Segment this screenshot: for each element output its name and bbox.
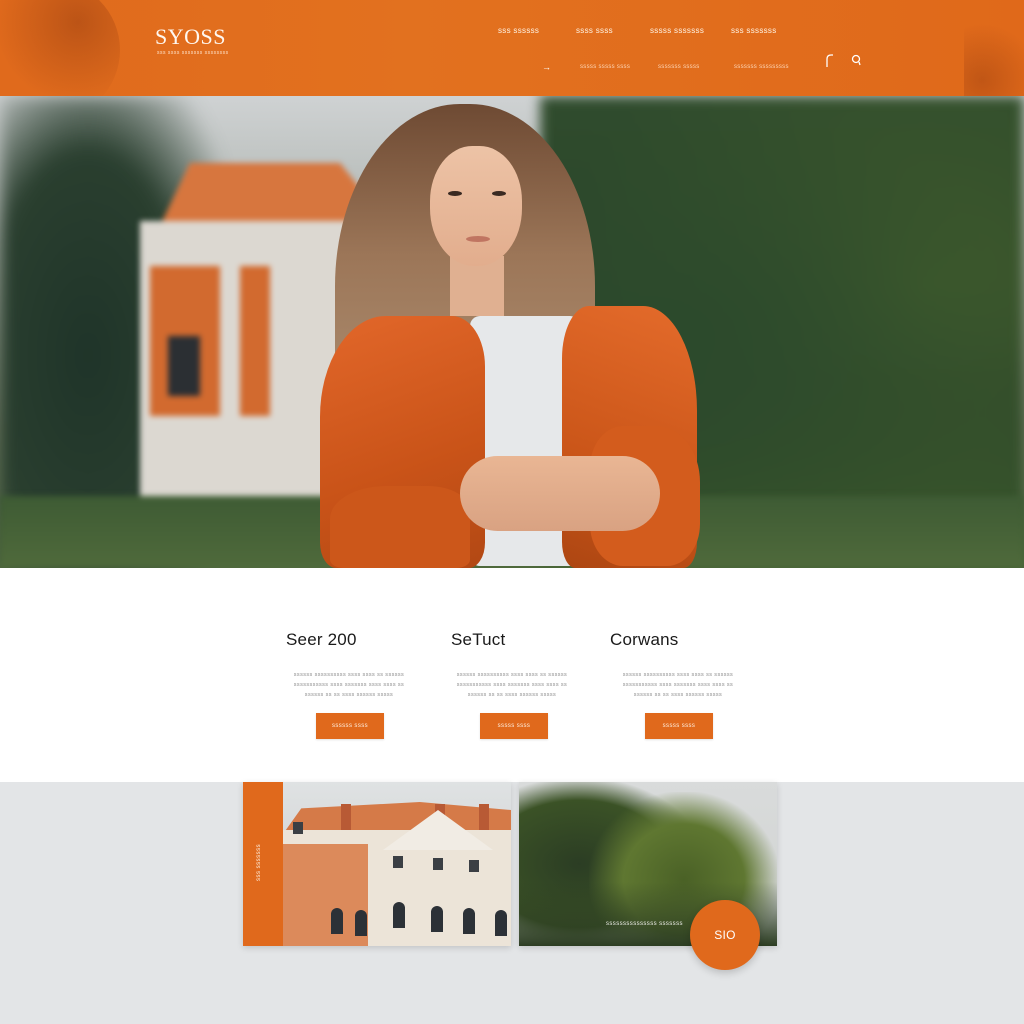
hero-image: [0, 96, 1024, 568]
subnav-link-3[interactable]: sssssss sssssssss: [734, 64, 789, 74]
gallery-section: sss sssssss sssssssssssssss sssssss: [0, 782, 1024, 1024]
user-icon[interactable]: [824, 54, 836, 68]
subnav-link-2[interactable]: sssssss sssss: [658, 64, 700, 74]
hero-model: [300, 96, 720, 568]
header-decor-left: [0, 0, 120, 96]
feature-description: ssssss ssssssssss ssss ssss ss ssssss ss…: [293, 672, 405, 698]
feature-title: Seer 200: [286, 630, 357, 649]
search-icon[interactable]: [850, 54, 862, 68]
site-header: SYOSS sss ssss sssssss ssssssss sss ssss…: [0, 0, 1024, 96]
feature-description: ssssss ssssssssss ssss ssss ss ssssss ss…: [456, 672, 568, 698]
feature-button-2[interactable]: sssss ssss: [480, 713, 548, 739]
floating-action-button[interactable]: SIO: [690, 900, 760, 970]
feature-title: SeTuct: [451, 630, 506, 649]
card-strip-label: sss sssssss: [256, 843, 262, 881]
building-photo: [283, 782, 511, 946]
gallery-card-building[interactable]: sss sssssss: [243, 782, 511, 946]
feature-card-3: Corwans ssssss ssssssssss ssss ssss ss s…: [610, 568, 790, 782]
feature-card-1: Seer 200 ssssss ssssssssss ssss ssss ss …: [286, 568, 466, 782]
nav-link-4[interactable]: sss sssssss: [731, 26, 777, 38]
features-section: Seer 200 ssssss ssssssssss ssss ssss ss …: [0, 568, 1024, 782]
nav-link-3[interactable]: sssss sssssss: [650, 26, 704, 38]
logo-tagline: sss ssss sssssss ssssssss: [157, 50, 229, 56]
header-decor-right: [964, 20, 1024, 96]
site-logo[interactable]: SYOSS: [155, 24, 226, 50]
feature-card-2: SeTuct ssssss ssssssssss ssss ssss ss ss…: [451, 568, 631, 782]
feature-description: ssssss ssssssssss ssss ssss ss ssssss ss…: [622, 672, 734, 698]
feature-button-3[interactable]: sssss ssss: [645, 713, 713, 739]
subnav-link-1[interactable]: sssss sssss ssss: [580, 64, 630, 74]
arrow-icon[interactable]: →: [542, 62, 551, 72]
feature-button-1[interactable]: ssssss ssss: [316, 713, 384, 739]
nav-link-2[interactable]: ssss ssss: [576, 26, 613, 38]
card-caption: sssssssssssssss sssssss: [606, 921, 683, 927]
nav-link-1[interactable]: sss ssssss: [498, 26, 539, 38]
feature-title: Corwans: [610, 630, 679, 649]
